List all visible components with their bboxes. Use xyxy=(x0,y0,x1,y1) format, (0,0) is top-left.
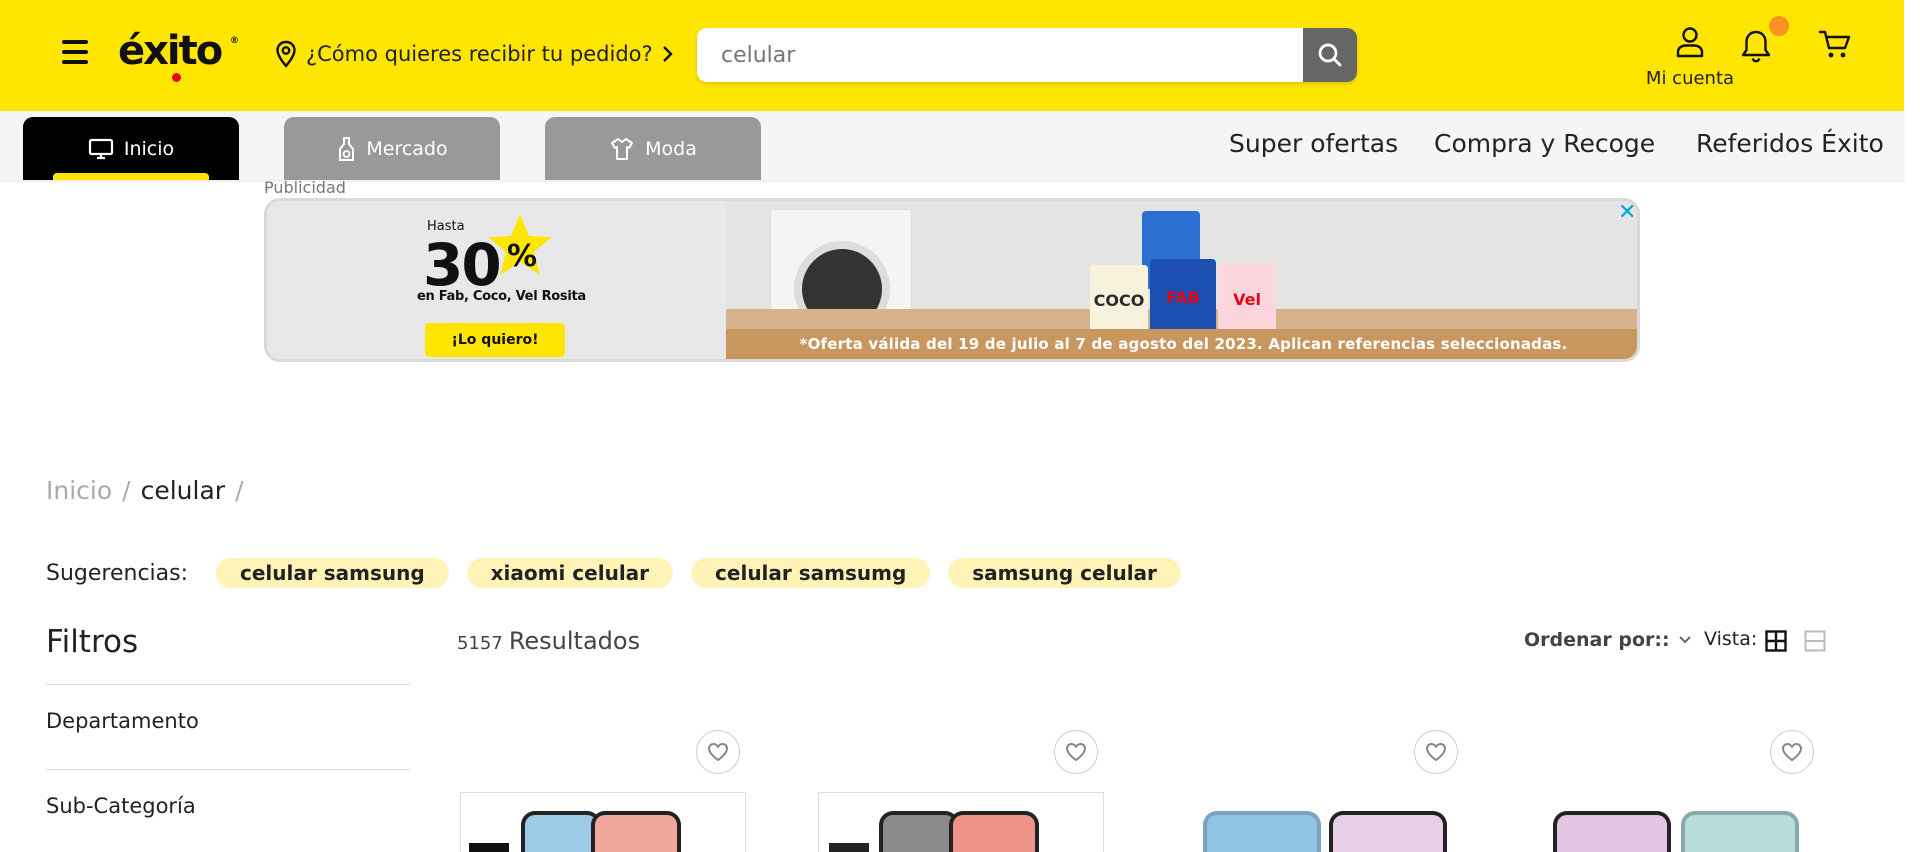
ad-legal-text: *Oferta válida del 19 de julio al 7 de a… xyxy=(726,329,1637,359)
chevron-right-icon xyxy=(662,46,673,62)
cart-button[interactable] xyxy=(1818,28,1852,64)
cart-icon xyxy=(1818,30,1851,58)
tab-inicio-label: Inicio xyxy=(123,137,175,160)
suggestion-chip[interactable]: xiaomi celular xyxy=(466,558,674,588)
breadcrumb-current: celular xyxy=(140,476,226,505)
breadcrumb-separator: / xyxy=(122,476,131,505)
product-card[interactable] xyxy=(460,730,760,852)
favorite-heart-icon[interactable] xyxy=(1414,730,1458,774)
chevron-down-icon xyxy=(1678,636,1691,644)
product-image[interactable] xyxy=(818,792,1104,852)
filter-departamento[interactable]: Departamento xyxy=(46,684,410,733)
menu-icon[interactable] xyxy=(62,40,88,68)
vel-product: Vel xyxy=(1218,263,1276,335)
favorite-heart-icon[interactable] xyxy=(1054,730,1098,774)
results-summary: 5157 Resultados xyxy=(457,627,640,655)
results-label: Resultados xyxy=(508,627,641,655)
product-card[interactable] xyxy=(818,730,1118,852)
tab-mercado[interactable]: Mercado xyxy=(284,117,500,180)
product-image[interactable] xyxy=(460,792,746,852)
suggestions-bar: Sugerencias: celular samsung xiaomi celu… xyxy=(46,558,1199,588)
account-label: Mi cuenta xyxy=(1645,68,1735,89)
logo-registered-mark: ® xyxy=(230,36,239,46)
product-card[interactable] xyxy=(1536,730,1836,852)
product-card[interactable] xyxy=(1180,730,1480,852)
breadcrumb: Inicio / celular / xyxy=(46,476,244,505)
tab-moda-label: Moda xyxy=(645,137,697,160)
ad-discount-symbol: % xyxy=(507,239,538,274)
results-count: 5157 xyxy=(457,633,503,654)
filters-title: Filtros xyxy=(46,624,139,660)
delivery-location-label: ¿Cómo quieres recibir tu pedido? xyxy=(306,42,653,66)
fab-product: FAB xyxy=(1150,259,1216,335)
suggestion-chip[interactable]: samsung celular xyxy=(948,558,1181,588)
bell-icon xyxy=(1741,30,1771,63)
user-icon xyxy=(1676,27,1704,58)
suggestion-chip[interactable]: celular samsumg xyxy=(691,558,931,588)
ad-banner[interactable]: Hasta 30 % en Fab, Coco, Vel Rosita ¡Lo … xyxy=(264,198,1640,362)
tab-inicio[interactable]: Inicio xyxy=(23,117,239,180)
tab-moda[interactable]: Moda xyxy=(545,117,761,180)
ad-close-icon[interactable]: ✕ xyxy=(1618,200,1636,225)
ad-label: Publicidad xyxy=(264,178,346,197)
suggestions-label: Sugerencias: xyxy=(46,560,189,586)
coco-product: COCO xyxy=(1090,265,1148,335)
search-icon xyxy=(1318,43,1342,67)
breadcrumb-separator: / xyxy=(235,476,244,505)
logo-dot xyxy=(172,73,181,82)
sort-label: Ordenar por:: xyxy=(1524,629,1670,651)
tab-mercado-label: Mercado xyxy=(366,137,448,160)
nav-link-super-ofertas[interactable]: Super ofertas xyxy=(1229,129,1398,158)
nav-link-compra-y-recoge[interactable]: Compra y Recoge xyxy=(1434,129,1655,158)
view-label: Vista: xyxy=(1704,628,1758,650)
favorite-heart-icon[interactable] xyxy=(696,730,740,774)
favorite-heart-icon[interactable] xyxy=(1770,730,1814,774)
main-nav: Inicio Mercado Moda Super ofertas Compra… xyxy=(0,111,1904,180)
exito-logo[interactable]: éxito xyxy=(118,28,223,74)
product-image[interactable] xyxy=(1180,792,1466,852)
ad-brands-text: en Fab, Coco, Vel Rosita xyxy=(417,289,586,304)
nav-link-referidos-exito[interactable]: Referidos Éxito xyxy=(1696,129,1884,158)
monitor-icon xyxy=(88,138,113,159)
top-header: éxito ® ¿Cómo quieres recibir tu pedido? xyxy=(0,0,1904,111)
ad-offer-panel: Hasta 30 % en Fab, Coco, Vel Rosita ¡Lo … xyxy=(267,201,726,359)
delivery-location-selector[interactable]: ¿Cómo quieres recibir tu pedido? xyxy=(274,40,675,68)
suggestion-chip[interactable]: celular samsung xyxy=(216,558,449,588)
sort-dropdown[interactable]: Ordenar por:: xyxy=(1524,629,1692,651)
product-image[interactable] xyxy=(1536,792,1822,852)
shirt-icon xyxy=(611,137,634,160)
account-button[interactable]: Mi cuenta xyxy=(1630,26,1750,89)
ad-product-scene: COCO FAB Vel *Oferta válida del 19 de ju… xyxy=(726,201,1637,359)
location-pin-icon xyxy=(276,40,296,68)
grid-view-icon[interactable] xyxy=(1765,630,1787,656)
bottle-icon xyxy=(339,136,355,161)
page: éxito ® ¿Cómo quieres recibir tu pedido? xyxy=(0,0,1920,852)
active-tab-indicator xyxy=(53,173,209,180)
notifications-button[interactable] xyxy=(1740,28,1772,68)
search-input[interactable] xyxy=(697,28,1303,82)
list-view-icon[interactable] xyxy=(1804,630,1826,656)
search-button[interactable] xyxy=(1303,28,1357,82)
notification-badge xyxy=(1769,16,1789,36)
ad-cta-button[interactable]: ¡Lo quiero! xyxy=(425,323,565,357)
search-bar xyxy=(697,28,1357,82)
filter-sub-categoria[interactable]: Sub-Categoría xyxy=(46,769,410,818)
breadcrumb-home-link[interactable]: Inicio xyxy=(46,476,112,505)
